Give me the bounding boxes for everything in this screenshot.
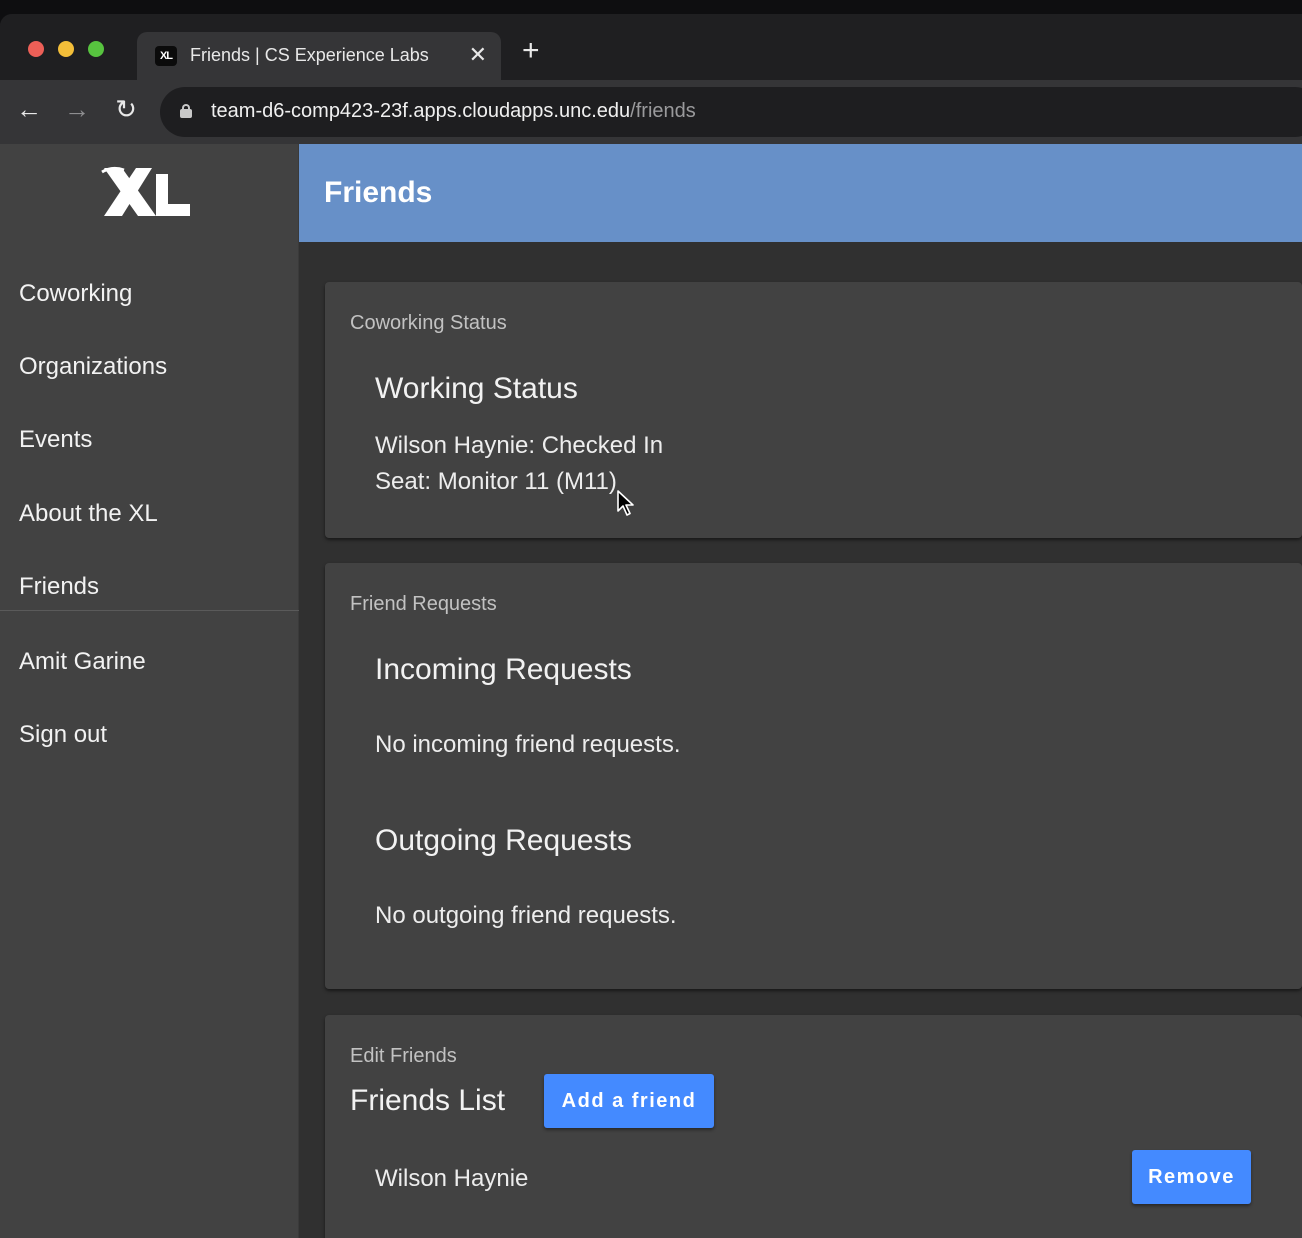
mouse-cursor-icon [617,490,634,516]
card-subtitle: Edit Friends [350,1045,457,1067]
xl-favicon-icon: XL [155,46,177,66]
url-path: /friends [630,100,696,122]
browser-toolbar: ← → ↻ team-d6-comp423-23f.apps.cloudapps… [0,80,1302,144]
lock-icon[interactable] [180,104,192,118]
zoom-window-button[interactable] [88,41,104,57]
browser-tab-friends[interactable]: XL Friends | CS Experience Labs ✕ [137,32,501,80]
sidebar: Coworking Organizations Events About the… [0,144,299,1238]
tab-title: Friends | CS Experience Labs [190,45,429,65]
checkin-status-text: Wilson Haynie: Checked In [375,432,664,459]
card-subtitle: Friend Requests [350,593,497,615]
sidebar-item-about[interactable]: About the XL [19,500,158,528]
tab-strip: XL Friends | CS Experience Labs ✕ + [0,14,1302,80]
back-arrow-icon[interactable]: ← [14,94,44,124]
friend-name: Wilson Haynie [375,1165,529,1192]
remove-friend-button[interactable]: Remove [1132,1150,1251,1204]
sidebar-item-events[interactable]: Events [19,426,92,454]
forward-arrow-icon[interactable]: → [62,94,92,124]
seat-text: Seat: Monitor 11 (M11) [375,468,617,495]
new-tab-icon[interactable]: + [522,36,540,66]
url-text[interactable]: team-d6-comp423-23f.apps.cloudapps.unc.e… [211,100,696,123]
sidebar-divider [0,610,299,611]
incoming-empty-text: No incoming friend requests. [375,731,681,758]
outgoing-empty-text: No outgoing friend requests. [375,902,677,929]
edit-friends-card: Edit Friends Friends List Add a friend W… [325,1015,1302,1238]
minimize-window-button[interactable] [58,41,74,57]
url-host: team-d6-comp423-23f.apps.cloudapps.unc.e… [211,100,631,122]
incoming-requests-heading: Incoming Requests [375,653,632,686]
page-header: Friends [299,144,1302,242]
close-tab-icon[interactable]: ✕ [469,42,487,68]
xl-logo[interactable] [100,166,192,218]
card-subtitle: Coworking Status [350,312,507,334]
browser-window: XL Friends | CS Experience Labs ✕ + ← → … [0,14,1302,1238]
sidebar-item-organizations[interactable]: Organizations [19,353,167,381]
address-bar[interactable]: team-d6-comp423-23f.apps.cloudapps.unc.e… [160,87,1302,137]
friend-requests-card: Friend Requests Incoming Requests No inc… [325,563,1302,989]
sidebar-item-sign-out[interactable]: Sign out [19,721,107,749]
friends-list-heading: Friends List [350,1084,506,1117]
reload-icon[interactable]: ↻ [111,94,141,124]
working-status-heading: Working Status [375,372,578,405]
outgoing-requests-heading: Outgoing Requests [375,824,632,857]
page-title: Friends [324,176,433,209]
sidebar-item-profile[interactable]: Amit Garine [19,648,146,676]
app-viewport: Coworking Organizations Events About the… [0,144,1302,1238]
sidebar-item-coworking[interactable]: Coworking [19,280,132,308]
coworking-status-card: Coworking Status Working Status Wilson H… [325,282,1302,538]
sidebar-item-friends[interactable]: Friends [19,573,99,601]
add-friend-button[interactable]: Add a friend [544,1074,714,1128]
close-window-button[interactable] [28,41,44,57]
